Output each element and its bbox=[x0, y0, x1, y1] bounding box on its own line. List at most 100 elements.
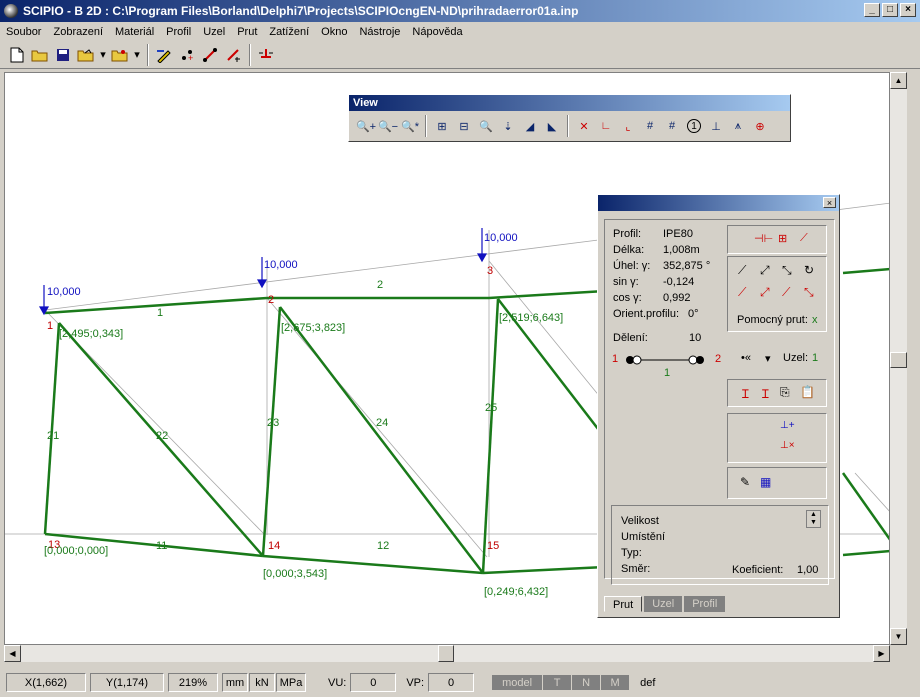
load-spinner-icon[interactable]: ▲ ▼ bbox=[806, 510, 821, 528]
deleni-value[interactable]: 10 bbox=[689, 332, 701, 344]
node-label: 2 bbox=[268, 294, 274, 306]
hinge-none-icon[interactable]: ⤡ bbox=[804, 285, 814, 300]
menu-napoveda[interactable]: Nápověda bbox=[412, 26, 462, 38]
profile-assign-icon[interactable]: Ɪ bbox=[742, 385, 749, 402]
horizontal-scroll-thumb[interactable] bbox=[438, 645, 454, 662]
koeficient-label: Koeficient: bbox=[732, 564, 784, 576]
add-load-icon[interactable]: ⊥+ bbox=[780, 420, 795, 431]
vu-label: VU: bbox=[328, 676, 347, 689]
rotate-icon[interactable]: ↻ bbox=[804, 263, 814, 277]
menu-zobrazeni[interactable]: Zobrazení bbox=[53, 26, 103, 38]
cross-section-icon[interactable]: ✕ bbox=[573, 116, 595, 136]
menu-zatizeni[interactable]: Zatížení bbox=[269, 26, 309, 38]
vertical-scroll-thumb[interactable] bbox=[890, 352, 907, 368]
koeficient-value[interactable]: 1,00 bbox=[797, 564, 818, 576]
profile-remove-icon[interactable]: Ɪ bbox=[762, 385, 769, 402]
zoom-previous-icon[interactable]: ⊟ bbox=[453, 116, 475, 136]
grid-snap-icon[interactable]: # bbox=[661, 116, 683, 136]
scroll-right-arrow-icon[interactable]: ▶ bbox=[873, 645, 890, 662]
unit-stress[interactable]: MPa bbox=[276, 673, 306, 692]
open-recent-icon[interactable] bbox=[75, 44, 97, 66]
tab-uzel[interactable]: Uzel bbox=[644, 596, 683, 612]
dropdown-arrow-icon[interactable]: ▾ bbox=[132, 44, 142, 66]
hinge-start-icon[interactable]: ⟋ bbox=[738, 285, 746, 300]
pomocny-prut-value[interactable]: x bbox=[812, 314, 818, 326]
copy-icon[interactable]: ⎘ bbox=[780, 385, 790, 400]
edit-pencil-icon[interactable] bbox=[153, 44, 175, 66]
split-member-icon[interactable]: ⊣⊢ bbox=[754, 232, 773, 245]
grid-icon[interactable]: # bbox=[639, 116, 661, 136]
vertical-scrollbar[interactable]: ▲ ▼ bbox=[890, 72, 907, 645]
hinge-both-icon[interactable]: ⤢ bbox=[760, 285, 770, 300]
zoom-out-icon[interactable]: 🔍− bbox=[377, 116, 399, 136]
hinge-icon[interactable]: ⊕ bbox=[749, 116, 771, 136]
delete-load-icon[interactable]: ⊥× bbox=[780, 440, 795, 451]
member-copy-icon[interactable]: ⤢ bbox=[760, 263, 770, 278]
open-folder-icon[interactable] bbox=[29, 44, 51, 66]
export-folder-icon[interactable] bbox=[109, 44, 131, 66]
load-values-icon[interactable]: ◣ bbox=[541, 116, 563, 136]
member-label: 24 bbox=[376, 417, 388, 429]
global-axes-icon[interactable]: ⌞ bbox=[617, 116, 639, 136]
cos-label: cos γ: bbox=[613, 292, 642, 304]
paste-icon[interactable]: 📋 bbox=[800, 385, 815, 399]
menu-prut[interactable]: Prut bbox=[237, 26, 257, 38]
member-line-icon[interactable]: ⟋ bbox=[800, 232, 808, 245]
scroll-down-arrow-icon[interactable]: ▼ bbox=[890, 628, 907, 645]
node-label: 14 bbox=[268, 540, 280, 552]
unit-force[interactable]: kN bbox=[249, 673, 275, 692]
horizontal-scrollbar[interactable]: ◀ ▶ bbox=[4, 645, 890, 662]
new-file-icon[interactable] bbox=[6, 44, 28, 66]
minimize-button[interactable]: _ bbox=[864, 3, 880, 17]
uhel-label: Úhel: γ: bbox=[613, 260, 651, 272]
menu-material[interactable]: Materiál bbox=[115, 26, 154, 38]
move-down-icon[interactable]: ⇣ bbox=[497, 116, 519, 136]
add-member-icon[interactable] bbox=[199, 44, 221, 66]
tab-prut[interactable]: Prut bbox=[604, 596, 643, 612]
dropdown-arrow-icon[interactable]: ▾ bbox=[98, 44, 108, 66]
menu-okno[interactable]: Okno bbox=[321, 26, 347, 38]
support-display-icon[interactable]: ⩚ bbox=[727, 116, 749, 136]
view-toolbar-title[interactable]: View bbox=[349, 95, 790, 111]
close-button[interactable]: × bbox=[900, 3, 916, 17]
save-icon[interactable] bbox=[52, 44, 74, 66]
edit-table-icon[interactable]: ✎ bbox=[740, 475, 750, 489]
dimension-icon[interactable]: ⊥ bbox=[705, 116, 727, 136]
menu-uzel[interactable]: Uzel bbox=[203, 26, 225, 38]
local-axes-icon[interactable]: ∟ bbox=[595, 116, 617, 136]
menu-nastroje[interactable]: Nástroje bbox=[359, 26, 400, 38]
move-member-icon[interactable] bbox=[222, 44, 244, 66]
dropdown-arrow-icon[interactable]: ▾ bbox=[765, 352, 771, 365]
zoom-in-icon[interactable]: 🔍+ bbox=[355, 116, 377, 136]
def-label[interactable]: def bbox=[640, 677, 655, 689]
zoom-all-icon[interactable]: 🔍* bbox=[399, 116, 421, 136]
support-icon[interactable] bbox=[255, 44, 277, 66]
mode-tab-m[interactable]: M bbox=[601, 675, 630, 690]
add-node-icon[interactable]: + bbox=[176, 44, 198, 66]
node-snap-icon[interactable]: •« bbox=[741, 352, 751, 364]
maximize-button[interactable]: □ bbox=[882, 3, 898, 17]
zoom-window-icon[interactable]: ⊞ bbox=[431, 116, 453, 136]
calculator-icon[interactable]: ▦ bbox=[760, 475, 771, 489]
scroll-left-arrow-icon[interactable]: ◀ bbox=[4, 645, 21, 662]
panel-title-bar[interactable]: × bbox=[598, 195, 839, 211]
member-mirror-icon[interactable]: ⤡ bbox=[782, 263, 792, 278]
numbering-icon[interactable]: 1 bbox=[683, 116, 705, 136]
member-direction-slider[interactable] bbox=[624, 354, 706, 366]
orient-value: 0° bbox=[688, 308, 699, 320]
tab-profil[interactable]: Profil bbox=[684, 596, 726, 612]
menu-soubor[interactable]: Soubor bbox=[6, 26, 41, 38]
scroll-up-arrow-icon[interactable]: ▲ bbox=[890, 72, 907, 89]
load-properties-group: Velikost Umístění Typ: Směr: Koeficient:… bbox=[611, 505, 829, 585]
unit-length[interactable]: mm bbox=[222, 673, 248, 692]
mode-tab-n[interactable]: N bbox=[572, 675, 601, 690]
close-icon[interactable]: × bbox=[823, 197, 836, 208]
zoom-selection-icon[interactable]: 🔍 bbox=[475, 116, 497, 136]
load-display-icon[interactable]: ◢ bbox=[519, 116, 541, 136]
member-draw-icon[interactable]: ⟋ bbox=[738, 263, 746, 278]
mode-tab-model[interactable]: model bbox=[492, 675, 543, 690]
insert-node-icon[interactable]: ⊞ bbox=[778, 232, 787, 245]
menu-profil[interactable]: Profil bbox=[166, 26, 191, 38]
hinge-end-icon[interactable]: ⟋ bbox=[782, 285, 790, 300]
mode-tab-t[interactable]: T bbox=[543, 675, 572, 690]
